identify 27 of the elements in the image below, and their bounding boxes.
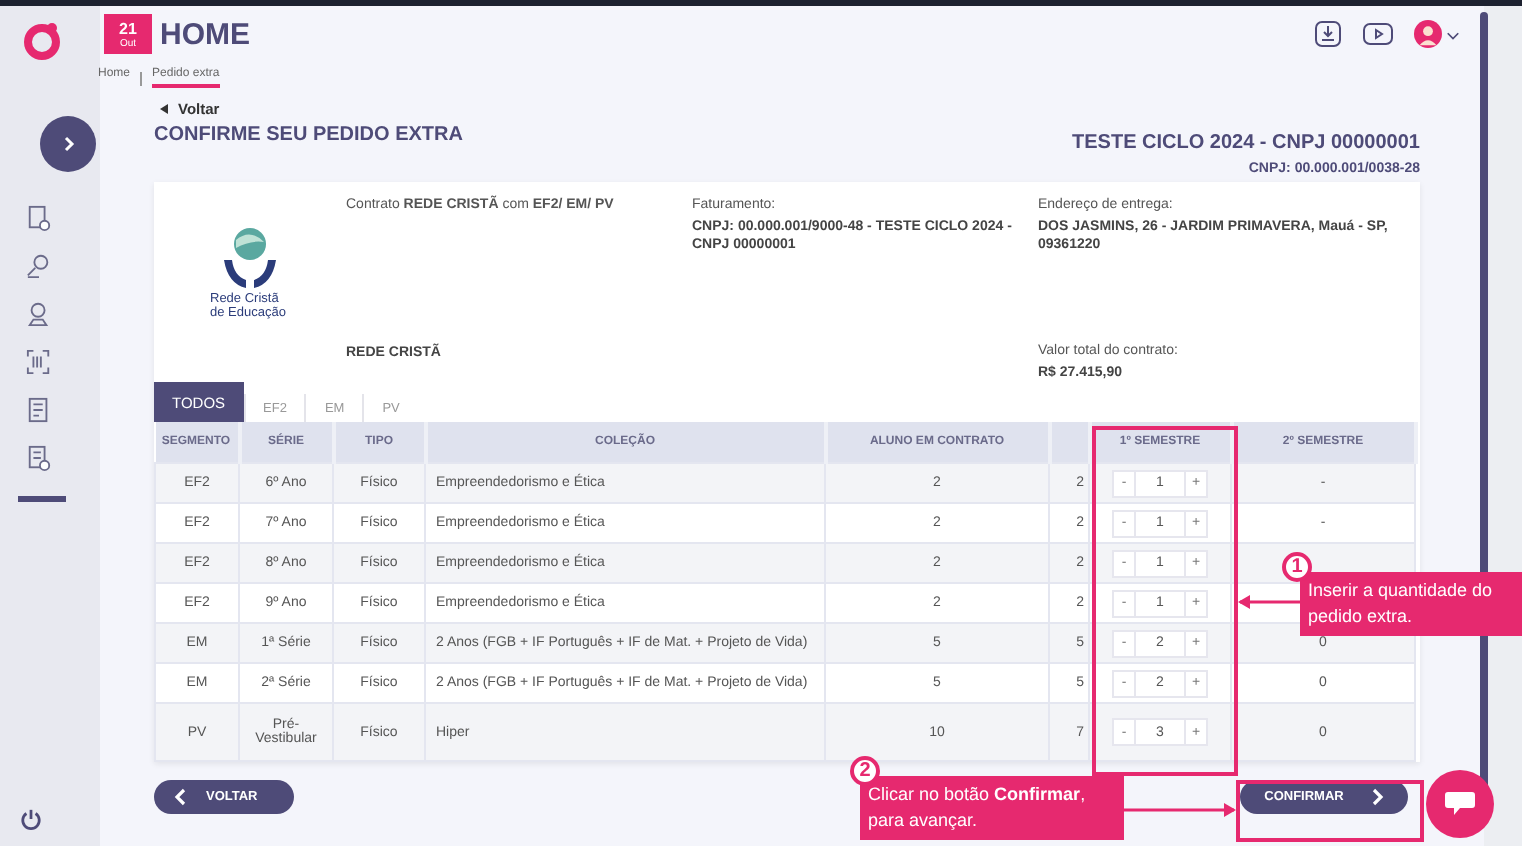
callout-note: Inserir a quantidade do pedido extra. <box>1300 572 1522 636</box>
chevron-right-icon <box>1371 788 1384 806</box>
power-icon[interactable] <box>20 808 42 830</box>
chevron-left-icon <box>174 788 186 806</box>
download-icon[interactable] <box>1314 20 1342 48</box>
pointer-arrow <box>1238 594 1300 610</box>
chat-icon <box>1444 790 1476 818</box>
chevron-down-icon[interactable] <box>1446 27 1460 41</box>
person-icon[interactable] <box>25 300 51 328</box>
document-clock-icon[interactable] <box>25 444 51 472</box>
page-header-title: HOME <box>160 17 250 51</box>
expand-button[interactable] <box>40 116 96 172</box>
search-person-icon[interactable] <box>25 252 51 280</box>
callout-note: Clicar no botão Confirmar, para avançar. <box>860 776 1124 840</box>
pointer-arrow <box>1124 802 1236 818</box>
play-icon[interactable] <box>1362 20 1394 48</box>
logo-icon[interactable] <box>20 18 64 62</box>
scan-icon[interactable] <box>25 348 51 376</box>
triangle-left-icon <box>160 104 168 114</box>
page-title: CONFIRME SEU PEDIDO EXTRA <box>154 124 463 146</box>
chevron-right-icon <box>60 136 76 152</box>
logo-drawing <box>220 224 280 292</box>
document-clock-icon[interactable] <box>25 204 51 232</box>
date-day: 21 <box>119 19 137 37</box>
document-list-icon[interactable] <box>25 396 51 424</box>
client-name: TESTE CICLO 2024 - CNPJ 00000001 <box>1072 132 1420 154</box>
avatar-icon[interactable] <box>1414 20 1442 48</box>
